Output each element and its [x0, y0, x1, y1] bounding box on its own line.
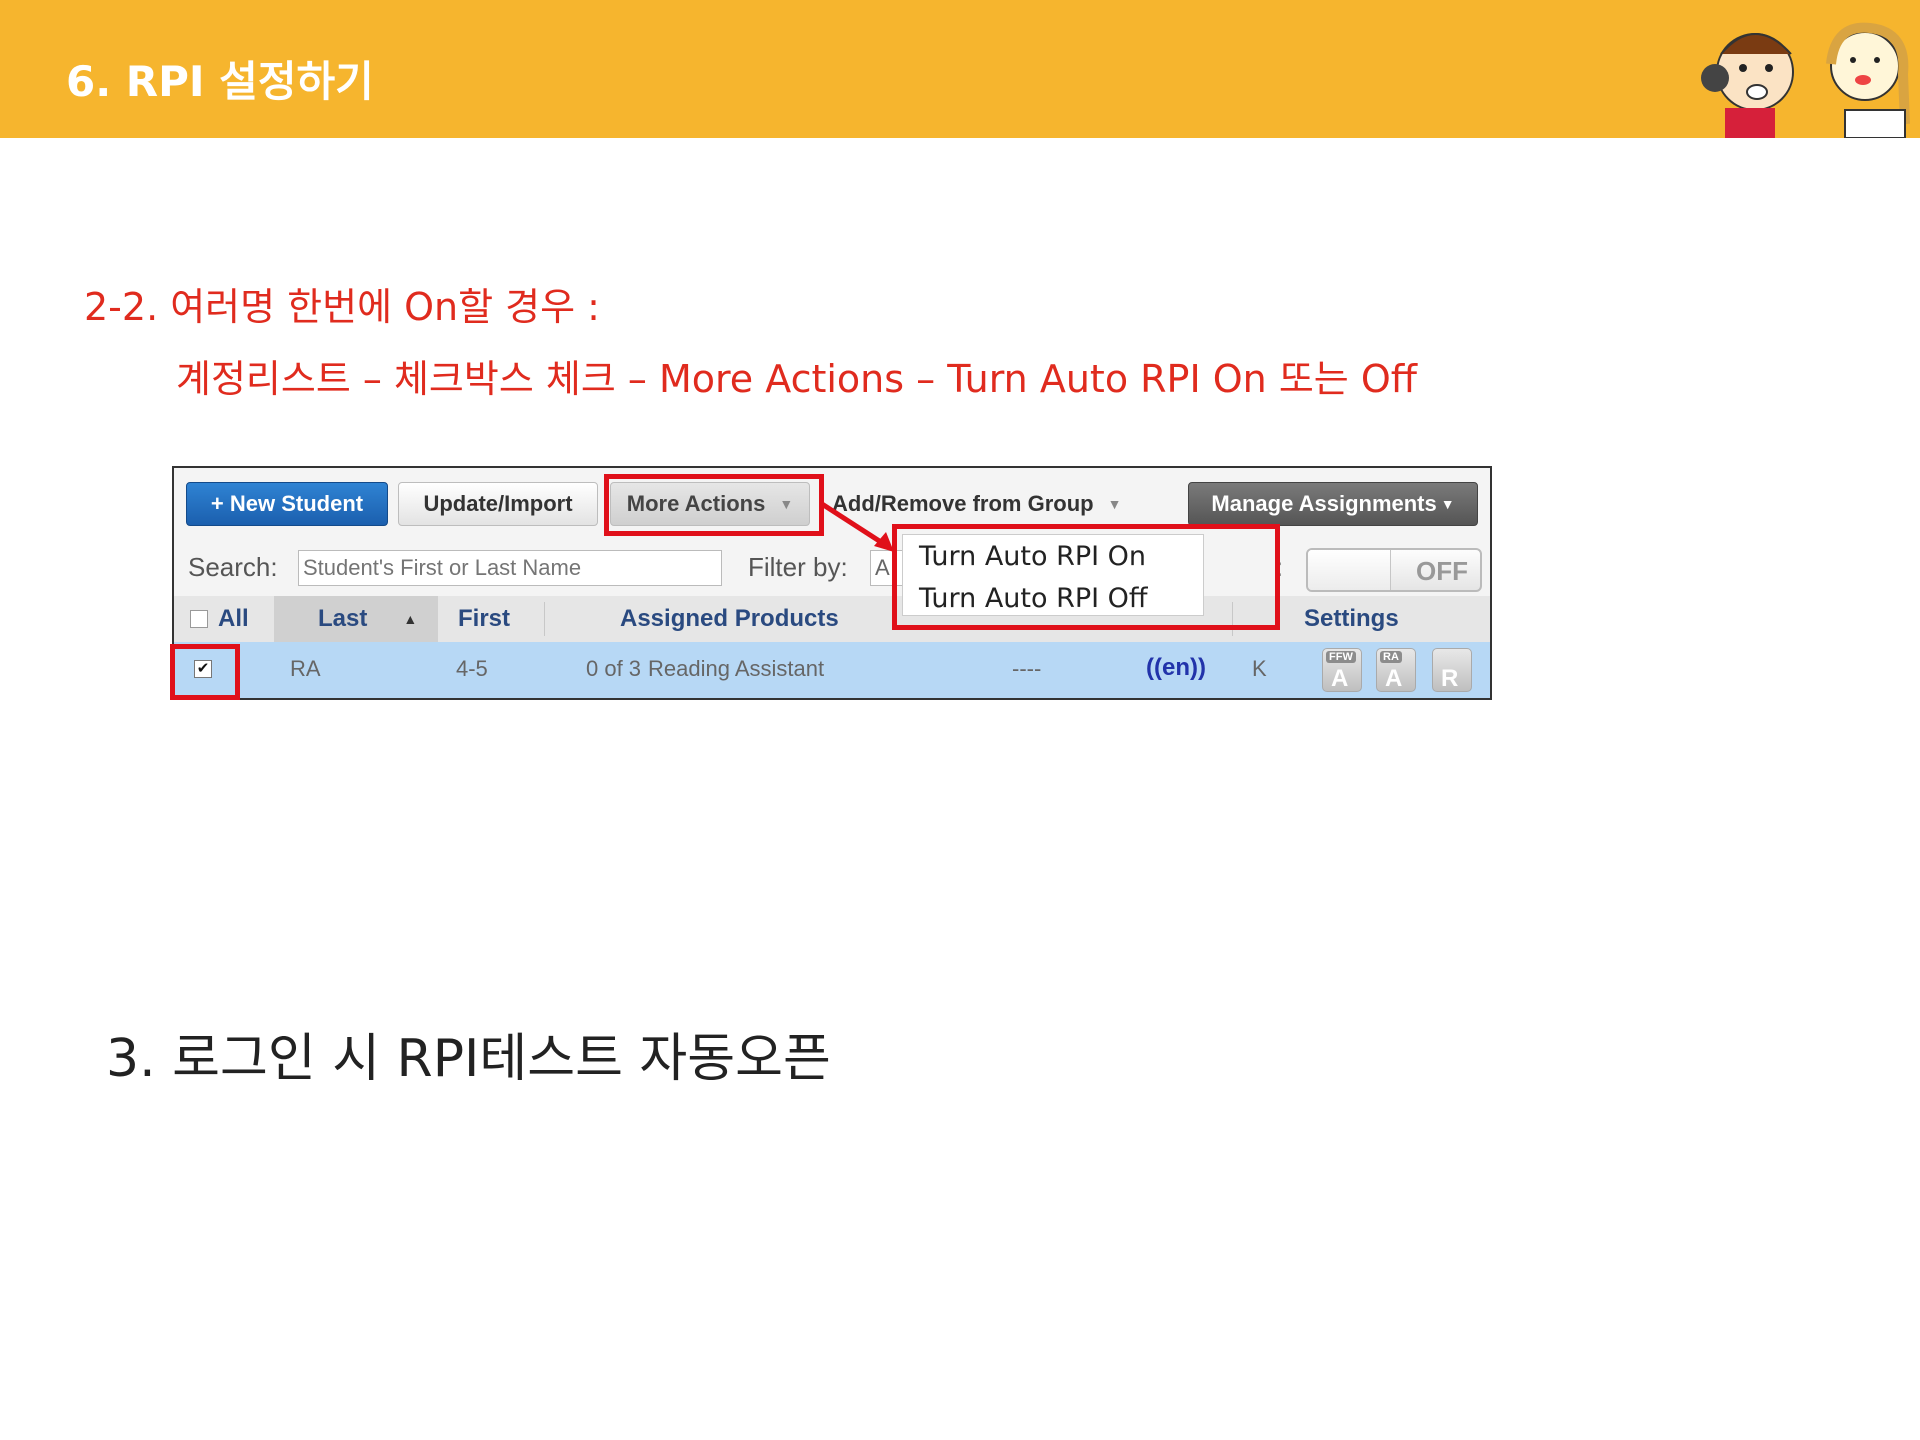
badge-letter: A	[1385, 665, 1403, 692]
cell-last: RA	[290, 656, 321, 681]
cell-product: Reading Assistant	[648, 656, 825, 681]
header-settings: Settings	[1304, 605, 1399, 632]
manage-assignments-label: Manage Assignments	[1211, 491, 1437, 516]
header-all: All	[218, 605, 249, 632]
cell-first: 4-5	[456, 656, 488, 681]
ra-setting-button[interactable]: RA A	[1376, 648, 1416, 692]
search-label: Search:	[188, 552, 278, 582]
auto-rpi-toggle[interactable]: OFF	[1306, 548, 1482, 592]
arrow-icon	[820, 501, 894, 552]
search-input[interactable]	[298, 550, 722, 586]
highlight-checkbox	[170, 644, 240, 700]
manage-assignments-button[interactable]: Manage Assignments ▼	[1188, 482, 1478, 526]
column-divider	[544, 602, 545, 636]
badge-letter: R	[1441, 665, 1459, 692]
header-last: Last	[318, 605, 368, 632]
header-assigned-products: Assigned Products	[620, 605, 839, 632]
chevron-down-icon: ▼	[1440, 496, 1455, 512]
table-row[interactable]: ✔ RA 4-5 0 of 3 Reading Assistant ---- (…	[174, 642, 1490, 698]
table-header: All Last ▲ First Assigned Products Setti…	[174, 596, 1490, 642]
toggle-knob	[1308, 550, 1391, 590]
slide-title: 6. RPI 설정하기	[66, 57, 374, 106]
chevron-down-icon: ▼	[1107, 496, 1122, 512]
update-import-label: Update/Import	[423, 491, 573, 516]
checkbox-icon	[190, 610, 208, 628]
cell-grade: K	[1252, 656, 1267, 681]
ffw-setting-button[interactable]: FFW A	[1322, 648, 1362, 692]
highlight-more-actions	[604, 474, 824, 536]
instruction-steps: 계정리스트 – 체크박스 체크 – More Actions – Turn Au…	[176, 357, 1417, 401]
new-student-button[interactable]: + New Student	[186, 482, 388, 526]
select-all-checkbox[interactable]: All	[190, 596, 249, 642]
cell-assigned-count: 0 of 3	[586, 656, 642, 681]
language-badge: ((en))	[1146, 654, 1206, 681]
update-import-button[interactable]: Update/Import	[398, 482, 598, 526]
sort-ascending-icon: ▲	[403, 611, 418, 627]
header-first: First	[458, 605, 511, 632]
section-3-heading: 3. 로그인 시 RPI테스트 자동오픈	[106, 1029, 831, 1089]
cell-protocol: ----	[1012, 656, 1042, 681]
badge-label: RA	[1380, 651, 1402, 663]
header-banner: 6. RPI 설정하기	[0, 0, 1920, 138]
badge-letter: A	[1331, 665, 1349, 692]
column-header-last[interactable]: Last ▲	[318, 596, 417, 642]
toggle-state: OFF	[1416, 556, 1468, 586]
column-header-assigned-products[interactable]: Assigned Products	[620, 596, 839, 642]
r-setting-button[interactable]: R	[1432, 648, 1472, 692]
column-header-settings[interactable]: Settings	[1304, 596, 1399, 642]
new-student-label: + New Student	[210, 491, 364, 516]
highlight-dropdown	[892, 524, 1280, 630]
badge-label: FFW	[1326, 651, 1356, 663]
column-header-first[interactable]: First	[458, 596, 510, 642]
instruction-heading: 2-2. 여러명 한번에 On할 경우 :	[84, 285, 600, 329]
cartoon-characters-illustration	[1701, 22, 1910, 138]
